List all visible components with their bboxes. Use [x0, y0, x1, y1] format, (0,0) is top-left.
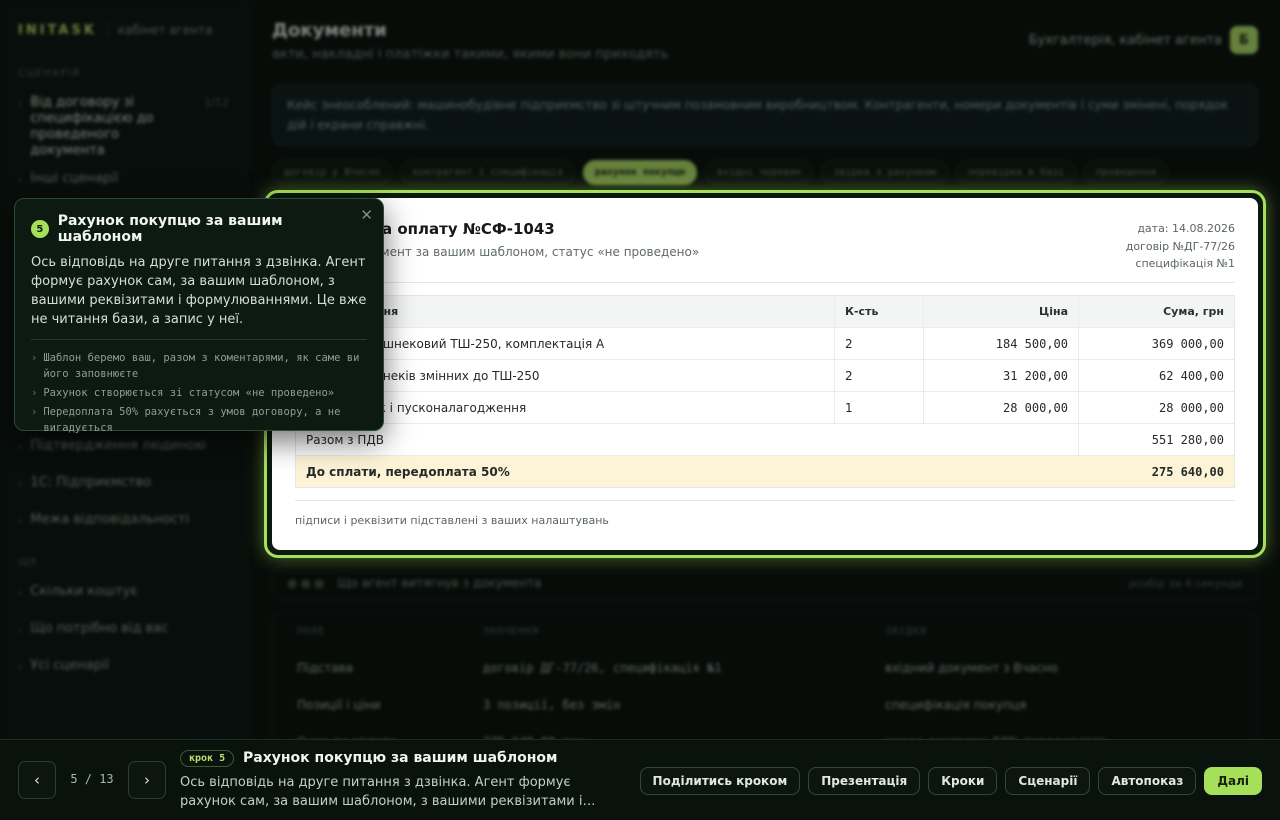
step-description: Ось відповідь на друге питання з дзвінка…	[180, 775, 596, 809]
invoice-specification: специфікація №1	[1135, 257, 1235, 270]
popover-header: 5 Рахунок покупцю за вашим шаблоном	[31, 213, 367, 245]
table-row: Живильник шнековий ТШ-250, комплектація …	[296, 327, 1234, 359]
table-row: Шефмонтаж і пусконалагодження 1 28 000,0…	[296, 391, 1234, 423]
cell-price: 184 500,00	[924, 328, 1079, 359]
invoice-document: Рахунок на оплату №СФ-1043 Рахунок-докум…	[272, 198, 1258, 550]
scenarios-button[interactable]: Сценарії	[1005, 767, 1091, 795]
bullet-text: Рахунок створюється зі статусом «не пров…	[43, 387, 335, 399]
tour-popover: 5 Рахунок покупцю за вашим шаблоном ✕ Ос…	[14, 198, 384, 434]
share-step-button[interactable]: Поділитись кроком	[639, 767, 801, 795]
invoice-table: Найменування К-сть Ціна Сума, грн Живиль…	[295, 295, 1235, 488]
cell-qty: 2	[835, 360, 924, 391]
invoice-title: Рахунок на оплату №СФ-1043	[295, 220, 555, 238]
divider	[31, 339, 367, 340]
divider	[295, 282, 1235, 283]
total-vat-row: Разом з ПДВ 551 280,00	[296, 423, 1234, 455]
step-title: Рахунок покупцю за вашим шаблоном	[243, 750, 558, 766]
next-step-arrow-button[interactable]: ›	[128, 761, 166, 799]
highlighted-document-frame: Рахунок на оплату №СФ-1043 Рахунок-докум…	[264, 190, 1266, 558]
step-counter: 5 / 13	[70, 772, 114, 786]
to-pay-row: До сплати, передоплата 50% 275 640,00	[296, 455, 1234, 487]
total-vat-value: 551 280,00	[1151, 432, 1224, 447]
chevron-right-icon: ›	[31, 387, 38, 399]
col-price: Ціна	[924, 296, 1079, 327]
cell-qty: 1	[835, 392, 924, 423]
invoice-contract: договір №ДГ-77/26	[1125, 239, 1235, 253]
next-button[interactable]: Далі	[1204, 767, 1262, 795]
close-icon[interactable]: ✕	[360, 206, 373, 224]
table-row: Комплект шнеків змінних до ТШ-250 2 31 2…	[296, 359, 1234, 391]
list-item: › Рахунок створюється зі статусом «не пр…	[31, 385, 367, 401]
prev-step-button[interactable]: ‹	[18, 761, 56, 799]
cell-sum: 369 000,00	[1151, 336, 1224, 351]
step-label-badge: крок 5	[180, 750, 235, 767]
chevron-right-icon: ›	[144, 771, 150, 789]
tour-bottom-bar: ‹ 5 / 13 › крок 5 Рахунок покупцю за ваш…	[0, 739, 1280, 820]
bullet-text: Шаблон беремо ваш, разом з коментарями, …	[43, 352, 360, 380]
invoice-meta: дата: 14.08.2026 договір №ДГ-77/26 специ…	[1126, 220, 1235, 273]
invoice-date: дата: 14.08.2026	[1137, 222, 1235, 235]
list-item: › Шаблон беремо ваш, разом з коментарями…	[31, 350, 367, 382]
steps-button[interactable]: Кроки	[928, 767, 998, 795]
invoice-footer-note: підписи і реквізити підставлені з ваших …	[295, 514, 609, 527]
cell-sum: 28 000,00	[1158, 400, 1224, 415]
bullet-text: Передоплата 50% рахується з умов договор…	[43, 406, 341, 434]
list-item: › Передоплата 50% рахується з умов догов…	[31, 404, 367, 436]
divider	[295, 500, 1235, 501]
total-vat-label: Разом з ПДВ	[296, 424, 1079, 455]
invoice-table-header: Найменування К-сть Ціна Сума, грн	[296, 296, 1234, 327]
chevron-right-icon: ›	[31, 352, 38, 364]
cell-price: 28 000,00	[924, 392, 1079, 423]
cell-sum: 62 400,00	[1158, 368, 1224, 383]
chevron-left-icon: ‹	[34, 771, 40, 789]
to-pay-label: До сплати, передоплата 50%	[306, 464, 510, 479]
cell-price: 31 200,00	[924, 360, 1079, 391]
invoice-subtitle: Рахунок-документ за вашим шаблоном, стат…	[295, 245, 700, 259]
cell-qty: 2	[835, 328, 924, 359]
to-pay-value: 275 640,00	[1151, 464, 1224, 479]
col-sum: Сума, грн	[1163, 305, 1224, 318]
popover-title: Рахунок покупцю за вашим шаблоном	[57, 213, 283, 245]
col-qty: К-сть	[835, 296, 924, 327]
popover-body: Ось відповідь на друге питання з дзвінка…	[31, 255, 367, 327]
popover-bullets: › Шаблон беремо ваш, разом з коментарями…	[31, 350, 367, 436]
autoplay-button[interactable]: Автопоказ	[1098, 767, 1197, 795]
tour-actions: Поділитись кроком Презентація Кроки Сцен…	[639, 767, 1262, 795]
chevron-right-icon: ›	[31, 406, 38, 418]
presentation-button[interactable]: Презентація	[808, 767, 921, 795]
step-number-badge: 5	[31, 220, 49, 238]
